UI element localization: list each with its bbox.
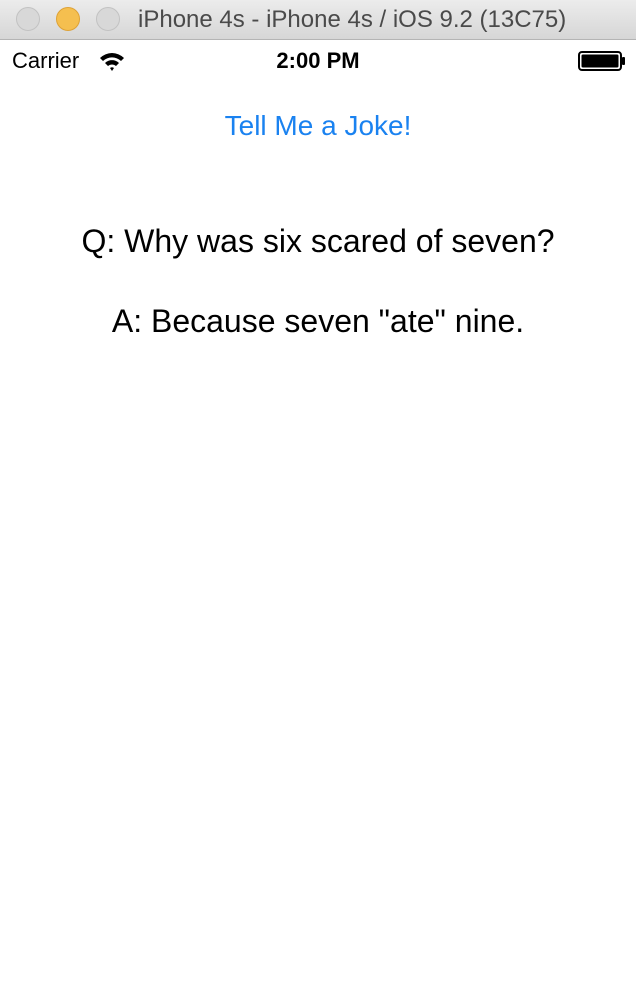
tell-joke-button[interactable]: Tell Me a Joke!: [0, 108, 636, 144]
joke-question: Q: Why was six scared of seven?: [81, 223, 555, 259]
close-window-button[interactable]: [16, 7, 40, 31]
joke-answer: A: Because seven "ate" nine.: [111, 303, 525, 339]
window-title-bar: iPhone 4s - iPhone 4s / iOS 9.2 (13C75): [0, 0, 636, 40]
zoom-window-button[interactable]: [96, 7, 120, 31]
window-title: iPhone 4s - iPhone 4s / iOS 9.2 (13C75): [138, 6, 567, 33]
minimize-window-button[interactable]: [56, 7, 80, 31]
status-bar: Carrier 2:00 PM: [0, 40, 636, 80]
status-time: 2:00 PM: [276, 48, 360, 73]
battery-icon: [578, 51, 625, 71]
